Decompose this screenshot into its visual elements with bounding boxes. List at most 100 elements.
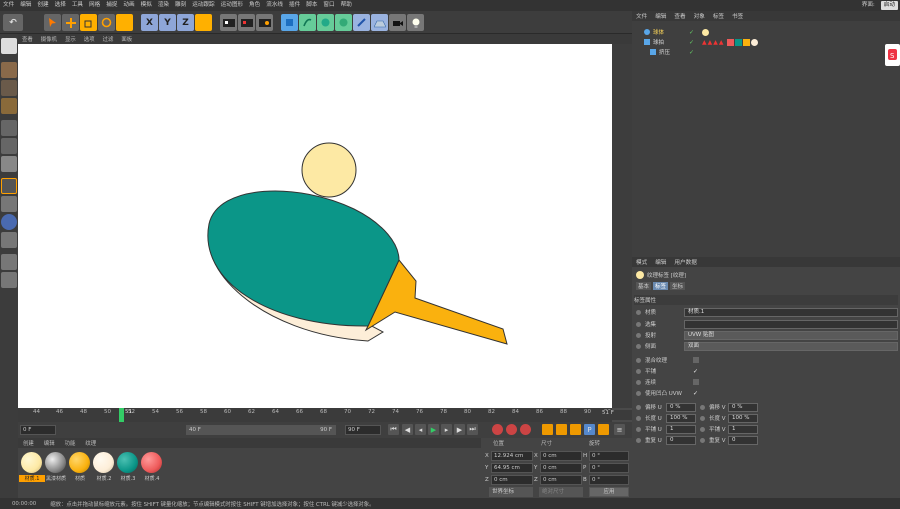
- tag-icon[interactable]: [742, 38, 750, 46]
- material-swatch[interactable]: [141, 452, 162, 473]
- obj-menu-tags[interactable]: 标签: [709, 12, 728, 20]
- max-frame-field[interactable]: 90 F: [345, 425, 381, 435]
- menu-help[interactable]: 帮助: [338, 0, 355, 11]
- menu-simulate[interactable]: 模拟: [138, 0, 155, 11]
- p-rotation-field[interactable]: 0 °: [589, 463, 629, 473]
- undo-icon[interactable]: ↶: [3, 14, 23, 31]
- menu-tools[interactable]: 工具: [69, 0, 86, 11]
- cameras-menu[interactable]: 摄像机: [37, 35, 61, 43]
- menu-edit[interactable]: 编辑: [17, 0, 34, 11]
- cube-icon[interactable]: [281, 14, 298, 31]
- light-icon[interactable]: [407, 14, 424, 31]
- obj-menu-edit[interactable]: 编辑: [651, 12, 670, 20]
- subdivision-icon[interactable]: [317, 14, 334, 31]
- texture-mode-icon[interactable]: [1, 80, 17, 96]
- prev-frame-icon[interactable]: ◂: [415, 424, 426, 435]
- tiles-u-field[interactable]: 1: [666, 425, 696, 434]
- move-tool-icon[interactable]: [62, 14, 79, 31]
- z-axis-lock[interactable]: Z: [177, 14, 194, 31]
- goto-end-icon[interactable]: ⏭: [467, 424, 478, 435]
- tag-icon[interactable]: [734, 38, 742, 46]
- obj-menu-view[interactable]: 查看: [670, 12, 689, 20]
- z-position-field[interactable]: 0 cm: [491, 475, 533, 485]
- material-tag-icon[interactable]: [702, 28, 710, 36]
- start-frame-field[interactable]: 0 F: [20, 425, 56, 435]
- array-icon[interactable]: [335, 14, 352, 31]
- uvw-checkbox[interactable]: ✓: [693, 390, 698, 397]
- tile-checkbox[interactable]: ✓: [693, 368, 698, 375]
- offset-v-field[interactable]: 0 %: [728, 403, 758, 412]
- enable-axis-icon[interactable]: [1, 232, 17, 248]
- edges-mode-icon[interactable]: [1, 138, 17, 154]
- floor-icon[interactable]: [371, 14, 388, 31]
- menu-pipeline[interactable]: 流水线: [263, 0, 286, 11]
- y-position-field[interactable]: 64.95 cm: [491, 463, 533, 473]
- rotation-key-icon[interactable]: [570, 424, 581, 435]
- material-menu-edit[interactable]: 编辑: [39, 439, 60, 447]
- workplane-lock-icon[interactable]: [1, 272, 17, 288]
- tab-basic[interactable]: 基本: [636, 282, 652, 290]
- object-row-sphere[interactable]: 球体 ✓: [632, 27, 900, 37]
- menu-render[interactable]: 渲染: [155, 0, 172, 11]
- menu-mograph[interactable]: 运动图形: [218, 0, 246, 11]
- pen-spline-icon[interactable]: [299, 14, 316, 31]
- select-tool-icon[interactable]: [44, 14, 61, 31]
- display-menu[interactable]: 显示: [61, 35, 80, 43]
- last-tool-icon[interactable]: [116, 14, 133, 31]
- obj-menu-bookmarks[interactable]: 书签: [728, 12, 747, 20]
- offset-u-field[interactable]: 0 %: [666, 403, 696, 412]
- magnet-icon[interactable]: [1, 254, 17, 270]
- render-settings-icon[interactable]: [256, 14, 273, 31]
- menu-motion-track[interactable]: 运动跟踪: [189, 0, 217, 11]
- material-menu-function[interactable]: 功能: [60, 439, 81, 447]
- visibility-check-icon[interactable]: ✓: [689, 39, 694, 46]
- seamless-checkbox[interactable]: [693, 379, 699, 385]
- next-key-icon[interactable]: ▶: [454, 424, 465, 435]
- axis-mode-icon[interactable]: [1, 178, 17, 194]
- length-u-field[interactable]: 100 %: [666, 414, 696, 423]
- polygons-mode-icon[interactable]: [1, 156, 17, 172]
- z-size-field[interactable]: 0 cm: [540, 475, 582, 485]
- auto-key-icon[interactable]: [506, 424, 517, 435]
- mix-checkbox[interactable]: [693, 357, 699, 363]
- menu-plugins[interactable]: 插件: [286, 0, 303, 11]
- panel-menu[interactable]: 面板: [117, 35, 136, 43]
- object-row-paddle[interactable]: 球拍 ✓ ▲▲▲▲: [632, 37, 900, 47]
- tag-icon[interactable]: [726, 38, 734, 46]
- prev-key-icon[interactable]: ◀: [402, 424, 413, 435]
- camera-icon[interactable]: [389, 14, 406, 31]
- x-position-field[interactable]: 12.924 cm: [491, 451, 533, 461]
- menu-window[interactable]: 窗口: [320, 0, 337, 11]
- y-axis-lock[interactable]: Y: [159, 14, 176, 31]
- material-swatch[interactable]: [117, 452, 138, 473]
- menu-snap[interactable]: 捕捉: [103, 0, 120, 11]
- x-size-field[interactable]: 0 cm: [540, 451, 582, 461]
- attr-menu-userdata[interactable]: 用户数据: [670, 258, 700, 266]
- scale-tool-icon[interactable]: [80, 14, 97, 31]
- play-icon[interactable]: ▶: [428, 424, 439, 435]
- material-swatch[interactable]: [21, 452, 42, 473]
- workplane-icon[interactable]: [1, 98, 17, 114]
- filter-menu[interactable]: 过滤: [99, 35, 118, 43]
- attr-menu-mode[interactable]: 模式: [632, 258, 651, 266]
- material-menu-texture[interactable]: 纹理: [80, 439, 101, 447]
- obj-menu-objects[interactable]: 对象: [690, 12, 709, 20]
- menu-character[interactable]: 角色: [246, 0, 263, 11]
- param-key-icon[interactable]: P: [584, 424, 595, 435]
- projection-select[interactable]: UVW 贴图: [684, 331, 898, 340]
- menu-animate[interactable]: 动画: [120, 0, 137, 11]
- side-select[interactable]: 双面: [684, 342, 898, 351]
- render-view-icon[interactable]: [220, 14, 237, 31]
- h-rotation-field[interactable]: 0 °: [589, 451, 629, 461]
- b-rotation-field[interactable]: 0 °: [589, 475, 629, 485]
- visibility-check-icon[interactable]: ✓: [689, 49, 694, 56]
- timeline-ruler[interactable]: 44 46 48 50 52 54 56 58 60 62 64 66 68 7…: [18, 408, 612, 422]
- repeat-u-field[interactable]: 0: [666, 436, 696, 445]
- coordinate-system-icon[interactable]: [195, 14, 212, 31]
- apply-button[interactable]: 应用: [589, 487, 629, 497]
- record-key-icon[interactable]: [492, 424, 503, 435]
- coord-mode-select[interactable]: 世界坐标: [489, 487, 533, 497]
- attr-menu-edit[interactable]: 编辑: [651, 258, 670, 266]
- selection-field[interactable]: [684, 320, 898, 329]
- scale-key-icon[interactable]: [556, 424, 567, 435]
